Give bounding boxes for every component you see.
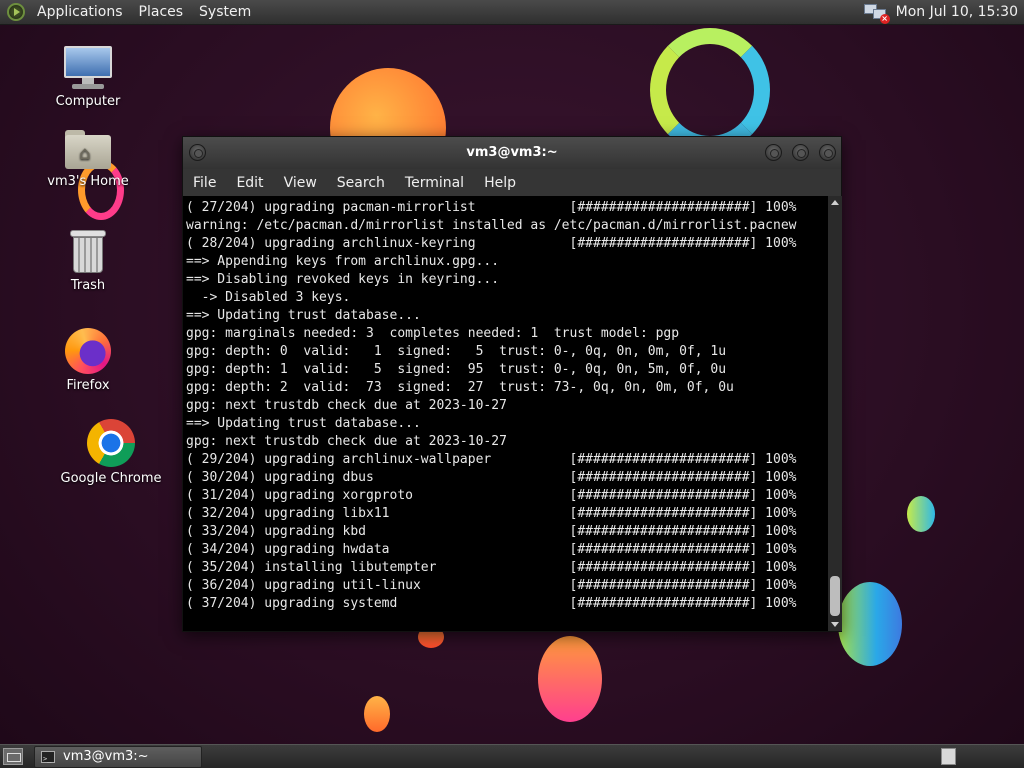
terminal-line: ( 36/204) upgrading util-linux [########… — [186, 578, 797, 593]
wallpaper-blue-blob — [838, 582, 902, 666]
desktop-icon-home[interactable]: ⌂ vm3's Home — [33, 130, 143, 189]
wallpaper-small-orange-blob — [364, 696, 390, 732]
wallpaper-green-ring — [650, 28, 770, 152]
desktop-icon-trash[interactable]: Trash — [33, 230, 143, 293]
top-panel: Applications Places System × Mon Jul 10,… — [0, 0, 1024, 25]
distro-logo-icon[interactable] — [7, 3, 25, 21]
applications-menu[interactable]: Applications — [29, 0, 131, 25]
terminal-line: ( 34/204) upgrading hwdata [############… — [186, 542, 797, 557]
desktop-icon-computer[interactable]: Computer — [33, 46, 143, 109]
terminal-line: ==> Appending keys from archlinux.gpg... — [186, 254, 500, 269]
network-disconnected-icon[interactable]: × — [863, 2, 890, 24]
menu-view[interactable]: View — [276, 175, 325, 191]
terminal-line: ==> Disabling revoked keys in keyring... — [186, 272, 500, 287]
places-menu[interactable]: Places — [131, 0, 192, 25]
scroll-down-arrow-icon[interactable] — [831, 622, 839, 627]
wallpaper-teal-dot — [907, 496, 935, 532]
terminal-line: ( 33/204) upgrading kbd [###############… — [186, 524, 797, 539]
menu-edit[interactable]: Edit — [228, 175, 271, 191]
wallpaper-pink-blob — [538, 636, 602, 722]
terminal-scrollbar[interactable] — [828, 196, 842, 631]
terminal-line: gpg: depth: 2 valid: 73 signed: 27 trust… — [186, 380, 734, 395]
terminal-line: ==> Updating trust database... — [186, 416, 421, 431]
terminal-line: ( 37/204) upgrading systemd [###########… — [186, 596, 797, 611]
terminal-line: ( 28/204) upgrading archlinux-keyring [#… — [186, 236, 797, 251]
terminal-line: ( 29/204) upgrading archlinux-wallpaper … — [186, 452, 797, 467]
taskbar-task-label: vm3@vm3:~ — [63, 749, 149, 764]
home-folder-icon: ⌂ — [65, 130, 111, 170]
terminal-line: -> Disabled 3 keys. — [186, 290, 351, 305]
close-button[interactable] — [819, 144, 836, 161]
menu-search[interactable]: Search — [329, 175, 393, 191]
terminal-line: ( 35/204) installing libutempter [######… — [186, 560, 797, 575]
panel-tray: × Mon Jul 10, 15:30 — [863, 2, 1024, 24]
show-desktop-icon[interactable] — [3, 748, 23, 765]
terminal-line: ( 27/204) upgrading pacman-mirrorlist [#… — [186, 200, 797, 215]
desktop-icon-label: Trash — [70, 278, 106, 293]
terminal-window[interactable]: vm3@vm3:~ File Edit View Search Terminal… — [182, 136, 842, 632]
system-menu[interactable]: System — [191, 0, 259, 25]
terminal-icon — [41, 749, 55, 768]
terminal-line: gpg: next trustdb check due at 2023-10-2… — [186, 434, 507, 449]
terminal-line: ( 31/204) upgrading xorgproto [#########… — [186, 488, 797, 503]
workspace-switcher[interactable] — [941, 748, 956, 765]
firefox-icon — [65, 328, 111, 374]
maximize-button[interactable] — [792, 144, 809, 161]
desktop-icon-label: Google Chrome — [60, 471, 162, 486]
scroll-up-arrow-icon[interactable] — [831, 200, 839, 205]
desktop-icon-label: Computer — [55, 94, 121, 109]
desktop-icon-label: Firefox — [66, 378, 110, 393]
window-title: vm3@vm3:~ — [466, 145, 558, 160]
bottom-panel: vm3@vm3:~ — [0, 744, 1024, 768]
menu-help[interactable]: Help — [476, 175, 524, 191]
computer-icon — [64, 46, 112, 90]
clock[interactable]: Mon Jul 10, 15:30 — [896, 4, 1024, 20]
terminal-menubar: File Edit View Search Terminal Help — [183, 169, 841, 196]
window-titlebar[interactable]: vm3@vm3:~ — [183, 137, 841, 169]
terminal-line: gpg: depth: 1 valid: 5 signed: 95 trust:… — [186, 362, 727, 377]
desktop-icon-label: vm3's Home — [47, 174, 129, 189]
taskbar-terminal-button[interactable]: vm3@vm3:~ — [34, 746, 202, 768]
window-menu-button[interactable] — [189, 144, 206, 161]
trash-icon — [70, 230, 106, 274]
terminal-line: warning: /etc/pacman.d/mirrorlist instal… — [186, 218, 797, 233]
desktop-icon-chrome[interactable]: Google Chrome — [56, 419, 166, 486]
terminal-line: ( 32/204) upgrading libx11 [############… — [186, 506, 797, 521]
terminal-line: gpg: next trustdb check due at 2023-10-2… — [186, 398, 507, 413]
terminal-line: gpg: depth: 0 valid: 1 signed: 5 trust: … — [186, 344, 727, 359]
menu-file[interactable]: File — [185, 175, 224, 191]
terminal-output[interactable]: ( 27/204) upgrading pacman-mirrorlist [#… — [183, 196, 828, 631]
chrome-icon — [87, 419, 135, 467]
terminal-line: ==> Updating trust database... — [186, 308, 421, 323]
terminal-lines: ( 27/204) upgrading pacman-mirrorlist [#… — [183, 196, 828, 613]
desktop-icon-firefox[interactable]: Firefox — [33, 328, 143, 393]
terminal-line: ( 30/204) upgrading dbus [##############… — [186, 470, 797, 485]
menu-terminal[interactable]: Terminal — [397, 175, 472, 191]
minimize-button[interactable] — [765, 144, 782, 161]
terminal-line: gpg: marginals needed: 3 completes neede… — [186, 326, 680, 341]
scrollbar-thumb[interactable] — [830, 576, 840, 616]
